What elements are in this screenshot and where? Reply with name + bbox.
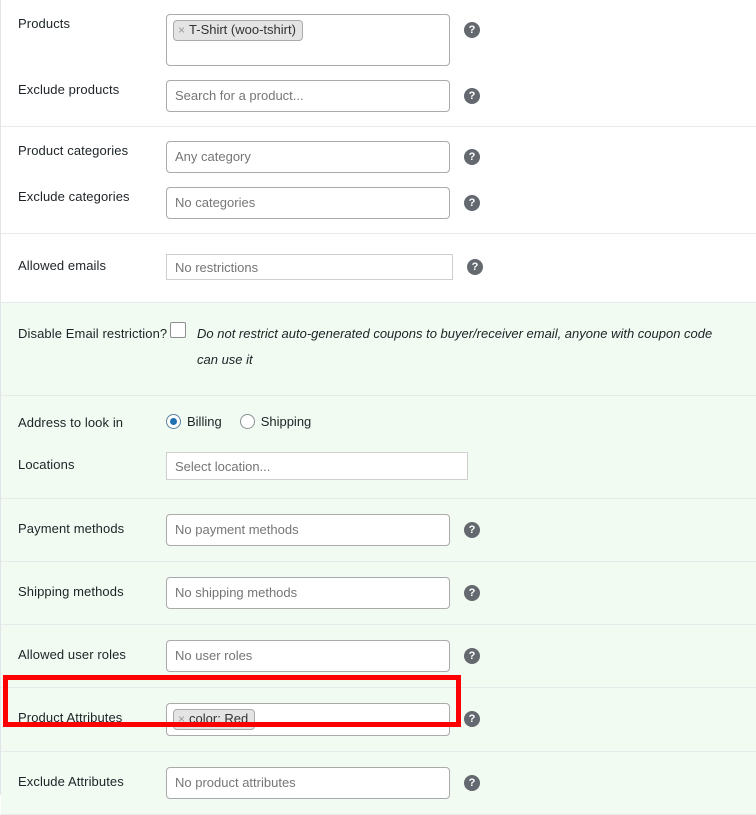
control-exclude-products: Search for a product... ? <box>166 80 756 112</box>
label-exclude-categories: Exclude categories <box>18 189 130 204</box>
row-exclude-products: Exclude products Search for a product...… <box>1 80 756 112</box>
row-products: Products × T-Shirt (woo-tshirt) ? <box>1 14 756 80</box>
row-exclude-categories: Exclude categories No categories ? <box>1 187 756 219</box>
help-icon-product-attributes[interactable]: ? <box>464 711 480 727</box>
address-radio-group: Billing Shipping <box>166 413 311 429</box>
field-group-allowed-emails: Allowed emails ? <box>1 234 756 303</box>
row-locations: Locations <box>1 452 756 480</box>
row-allowed-user-roles: Allowed user roles No user roles ? <box>1 640 756 672</box>
disable-email-restriction-checkbox[interactable] <box>170 322 186 338</box>
control-locations <box>166 452 756 480</box>
radio-shipping-label: Shipping <box>260 414 312 429</box>
product-categories-multiselect[interactable]: Any category <box>166 141 450 173</box>
help-icon-product-categories[interactable]: ? <box>464 149 480 165</box>
label-payment-methods: Payment methods <box>18 521 125 536</box>
chip-remove-icon[interactable]: × <box>178 23 185 37</box>
control-payment-methods: No payment methods ? <box>166 514 756 546</box>
locations-input[interactable] <box>166 452 468 480</box>
shipping-methods-placeholder: No shipping methods <box>175 585 298 600</box>
row-address-to-look-in: Address to look in Billing Shipping <box>1 413 756 452</box>
exclude-categories-multiselect[interactable]: No categories <box>166 187 450 219</box>
field-group-disable-email-restriction: Disable Email restriction? Do not restri… <box>1 303 756 396</box>
shipping-methods-multiselect[interactable]: No shipping methods <box>166 577 450 609</box>
chip-label: T-Shirt (woo-tshirt) <box>189 22 296 37</box>
control-products: × T-Shirt (woo-tshirt) ? <box>166 14 756 66</box>
exclude-attributes-placeholder: No product attributes <box>175 775 296 790</box>
label-exclude-attributes: Exclude Attributes <box>18 774 124 789</box>
control-exclude-attributes: No product attributes ? <box>166 767 756 799</box>
label-disable-email-restriction: Disable Email restriction? <box>18 326 168 341</box>
label-exclude-products: Exclude products <box>18 82 120 97</box>
exclude-attributes-multiselect[interactable]: No product attributes <box>166 767 450 799</box>
field-group-categories: Product categories Any category ? Exclud… <box>1 127 756 234</box>
product-categories-placeholder: Any category <box>175 149 251 164</box>
radio-shipping-icon[interactable] <box>239 414 255 429</box>
field-group-payment-methods: Payment methods No payment methods ? <box>1 499 756 562</box>
field-group-exclude-attributes: Exclude Attributes No product attributes… <box>1 752 756 815</box>
allowed-user-roles-placeholder: No user roles <box>175 648 253 663</box>
field-group-shipping-methods: Shipping methods No shipping methods ? <box>1 562 756 625</box>
row-shipping-methods: Shipping methods No shipping methods ? <box>1 577 756 609</box>
row-exclude-attributes: Exclude Attributes No product attributes… <box>1 767 756 799</box>
exclude-products-placeholder: Search for a product... <box>175 88 304 103</box>
radio-billing-icon[interactable] <box>166 414 181 429</box>
disable-email-restriction-description: Do not restrict auto-generated coupons t… <box>197 326 713 367</box>
help-icon-shipping-methods[interactable]: ? <box>464 585 480 601</box>
label-product-categories: Product categories <box>18 143 129 158</box>
label-shipping-methods: Shipping methods <box>18 584 124 599</box>
row-product-attributes: Product Attributes × color: Red ? <box>1 703 756 736</box>
help-icon-allowed-emails[interactable]: ? <box>467 259 483 275</box>
label-locations: Locations <box>18 457 75 472</box>
radio-billing-label: Billing <box>187 414 222 429</box>
field-group-product-attributes: Product Attributes × color: Red ? <box>1 688 756 752</box>
control-disable-email-restriction: Do not restrict auto-generated coupons t… <box>170 321 756 373</box>
label-products: Products <box>18 16 71 31</box>
control-exclude-categories: No categories ? <box>166 187 756 219</box>
control-product-categories: Any category ? <box>166 141 756 173</box>
control-address-to-look-in: Billing Shipping <box>166 413 756 429</box>
exclude-products-multiselect[interactable]: Search for a product... <box>166 80 450 112</box>
payment-methods-multiselect[interactable]: No payment methods <box>166 514 450 546</box>
row-payment-methods: Payment methods No payment methods ? <box>1 514 756 546</box>
allowed-user-roles-multiselect[interactable]: No user roles <box>166 640 450 672</box>
products-multiselect[interactable]: × T-Shirt (woo-tshirt) <box>166 14 450 66</box>
radio-option-billing[interactable]: Billing <box>166 414 222 429</box>
coupon-restrictions-panel: Products × T-Shirt (woo-tshirt) ? Exclud… <box>0 0 756 815</box>
control-allowed-emails: ? <box>166 254 756 280</box>
row-allowed-emails: Allowed emails ? <box>1 254 756 280</box>
field-group-products: Products × T-Shirt (woo-tshirt) ? Exclud… <box>1 0 756 127</box>
chip-label: color: Red <box>189 711 249 726</box>
help-icon-products[interactable]: ? <box>464 22 480 38</box>
help-icon-payment-methods[interactable]: ? <box>464 522 480 538</box>
control-product-attributes: × color: Red ? <box>166 703 756 736</box>
label-allowed-user-roles: Allowed user roles <box>18 647 127 662</box>
help-icon-exclude-attributes[interactable]: ? <box>464 775 480 791</box>
row-disable-email-restriction: Disable Email restriction? Do not restri… <box>1 321 756 373</box>
help-icon-allowed-user-roles[interactable]: ? <box>464 648 480 664</box>
control-allowed-user-roles: No user roles ? <box>166 640 756 672</box>
payment-methods-placeholder: No payment methods <box>175 522 299 537</box>
row-product-categories: Product categories Any category ? <box>1 141 756 187</box>
exclude-categories-placeholder: No categories <box>175 195 256 210</box>
help-icon-exclude-products[interactable]: ? <box>464 88 480 104</box>
help-icon-exclude-categories[interactable]: ? <box>464 195 480 211</box>
product-attributes-multiselect[interactable]: × color: Red <box>166 703 450 736</box>
chip-product[interactable]: × T-Shirt (woo-tshirt) <box>173 20 303 41</box>
chip-product-attribute[interactable]: × color: Red <box>173 709 256 730</box>
label-address-to-look-in: Address to look in <box>18 415 124 430</box>
field-group-address: Address to look in Billing Shipping Loca… <box>1 396 756 499</box>
allowed-emails-input[interactable] <box>166 254 453 280</box>
chip-remove-icon[interactable]: × <box>178 712 185 726</box>
label-allowed-emails: Allowed emails <box>18 258 107 273</box>
radio-option-shipping[interactable]: Shipping <box>239 414 312 429</box>
control-shipping-methods: No shipping methods ? <box>166 577 756 609</box>
field-group-allowed-user-roles: Allowed user roles No user roles ? <box>1 625 756 688</box>
label-product-attributes: Product Attributes <box>18 710 123 725</box>
